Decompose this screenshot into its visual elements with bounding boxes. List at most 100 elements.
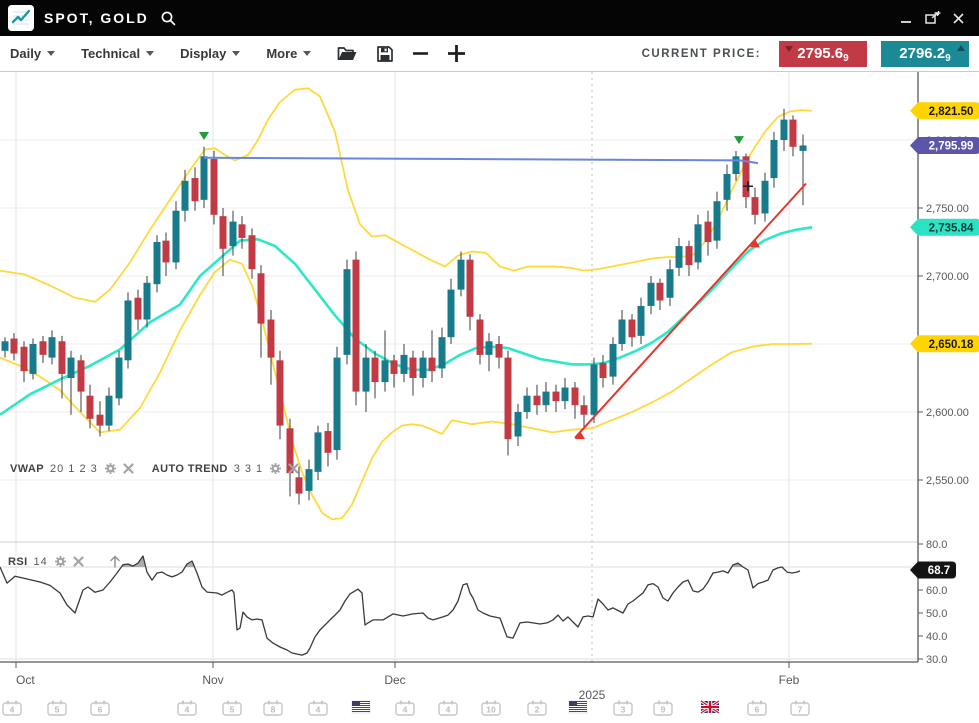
candle[interactable]: [334, 358, 341, 450]
search-icon[interactable]: [159, 9, 177, 27]
close-button[interactable]: [945, 6, 971, 30]
calendar-event-icon[interactable]: 4: [178, 701, 196, 716]
calendar-event-icon[interactable]: 3: [614, 701, 632, 716]
candle[interactable]: [524, 396, 531, 412]
price-chart-canvas[interactable]: 2,800.002,750.002,700.002,650.002,600.00…: [0, 72, 979, 723]
calendar-event-icon[interactable]: 6: [91, 701, 109, 716]
candle[interactable]: [382, 360, 389, 382]
calendar-event-icon[interactable]: 7: [791, 701, 809, 716]
zoom-in-icon[interactable]: [447, 44, 466, 63]
candle[interactable]: [477, 320, 484, 355]
candle[interactable]: [771, 140, 778, 178]
calendar-event-icon[interactable]: 4: [3, 701, 21, 716]
candle[interactable]: [534, 396, 541, 406]
menu-more[interactable]: More: [266, 46, 311, 61]
vwap-remove-x-icon[interactable]: [123, 463, 134, 474]
candle[interactable]: [600, 363, 607, 378]
candle[interactable]: [458, 260, 465, 290]
candle[interactable]: [724, 174, 731, 200]
candle[interactable]: [21, 347, 28, 371]
candle[interactable]: [353, 260, 360, 392]
candle[interactable]: [410, 358, 417, 378]
candle[interactable]: [78, 360, 85, 391]
candle[interactable]: [268, 320, 275, 358]
candle[interactable]: [68, 358, 75, 378]
candle[interactable]: [249, 235, 256, 269]
candle[interactable]: [610, 344, 617, 377]
minimize-button[interactable]: [893, 6, 919, 30]
open-chart-icon[interactable]: [337, 45, 358, 62]
candle[interactable]: [391, 360, 398, 374]
candle[interactable]: [201, 156, 208, 200]
candle[interactable]: [648, 283, 655, 306]
candle[interactable]: [106, 396, 113, 426]
candle[interactable]: [192, 178, 199, 201]
calendar-event-icon[interactable]: 4: [439, 701, 457, 716]
calendar-event-icon[interactable]: 4: [396, 701, 414, 716]
menu-daily[interactable]: Daily: [10, 46, 55, 61]
candle[interactable]: [448, 290, 455, 338]
candle[interactable]: [40, 341, 47, 355]
auto-trend-remove-x-icon[interactable]: [288, 463, 299, 474]
candle[interactable]: [363, 358, 370, 392]
candle[interactable]: [372, 358, 379, 382]
auto-trend-settings-gear-icon[interactable]: [269, 462, 282, 475]
uk-flag-icon[interactable]: [701, 701, 719, 713]
calendar-event-icon[interactable]: 9: [654, 701, 672, 716]
candle[interactable]: [258, 273, 265, 323]
candle[interactable]: [591, 364, 598, 414]
candle[interactable]: [59, 341, 66, 374]
candle[interactable]: [30, 344, 37, 374]
calendar-event-icon[interactable]: 10: [482, 701, 500, 716]
candle[interactable]: [667, 269, 674, 298]
zoom-out-icon[interactable]: [412, 45, 429, 62]
candle[interactable]: [467, 260, 474, 317]
calendar-event-icon[interactable]: 8: [264, 701, 282, 716]
candle[interactable]: [163, 241, 170, 263]
candle[interactable]: [572, 388, 579, 406]
rsi-settings-gear-icon[interactable]: [54, 555, 67, 568]
candle[interactable]: [553, 392, 560, 402]
rsi-remove-x-icon[interactable]: [73, 556, 84, 567]
candle[interactable]: [686, 246, 693, 265]
candle[interactable]: [505, 358, 512, 440]
calendar-event-icon[interactable]: 5: [223, 701, 241, 716]
menu-technical[interactable]: Technical: [81, 46, 154, 61]
candle[interactable]: [562, 388, 569, 402]
candle[interactable]: [11, 339, 18, 354]
candle[interactable]: [182, 181, 189, 211]
candle[interactable]: [752, 197, 759, 215]
candle[interactable]: [2, 341, 9, 351]
candle[interactable]: [695, 224, 702, 262]
candle[interactable]: [619, 320, 626, 344]
candle[interactable]: [800, 145, 807, 150]
candle[interactable]: [705, 222, 712, 242]
candle[interactable]: [239, 224, 246, 238]
candle[interactable]: [486, 341, 493, 355]
candle[interactable]: [420, 358, 427, 378]
calendar-event-icon[interactable]: 6: [748, 701, 766, 716]
candle[interactable]: [781, 120, 788, 140]
calendar-event-icon[interactable]: 5: [48, 701, 66, 716]
rsi-move-up-arrow-icon[interactable]: [108, 554, 122, 569]
candle[interactable]: [790, 120, 797, 147]
candle[interactable]: [657, 283, 664, 301]
candle[interactable]: [496, 344, 503, 358]
calendar-event-icon[interactable]: 2: [528, 701, 546, 716]
candle[interactable]: [306, 469, 313, 491]
calendar-event-icon[interactable]: 4: [309, 701, 327, 716]
candle[interactable]: [325, 431, 332, 453]
save-chart-icon[interactable]: [376, 45, 394, 63]
candle[interactable]: [629, 320, 636, 338]
candle[interactable]: [429, 358, 436, 372]
candle[interactable]: [116, 358, 123, 399]
us-flag-icon[interactable]: [352, 701, 370, 713]
candle[interactable]: [401, 355, 408, 374]
candle[interactable]: [638, 306, 645, 336]
menu-display[interactable]: Display: [180, 46, 240, 61]
candle[interactable]: [581, 405, 588, 415]
candle[interactable]: [714, 201, 721, 240]
candle[interactable]: [315, 432, 322, 471]
us-flag-icon[interactable]: [569, 701, 587, 713]
candle[interactable]: [211, 159, 218, 215]
